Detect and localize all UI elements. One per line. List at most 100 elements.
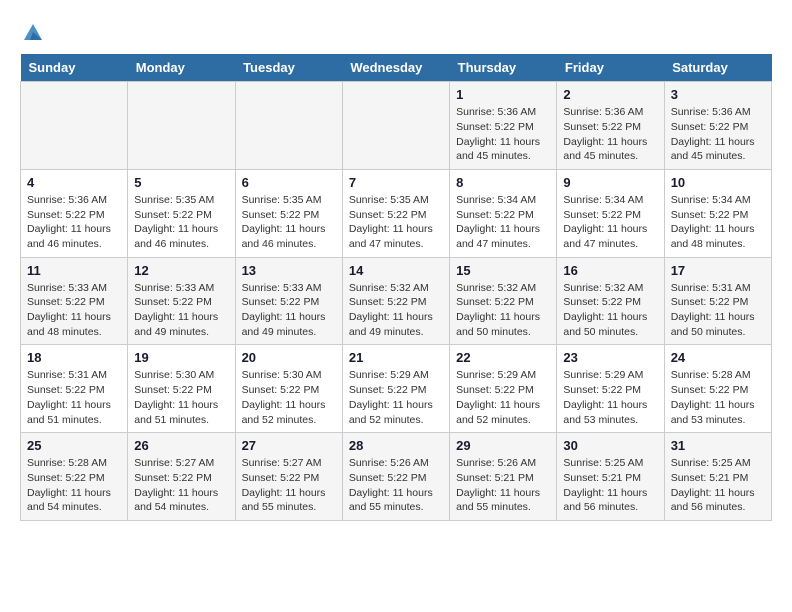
day-number: 8 <box>456 175 550 190</box>
calendar-cell: 15 Sunrise: 5:32 AM Sunset: 5:22 PM Dayli… <box>450 257 557 345</box>
day-info: Sunrise: 5:32 AM Sunset: 5:22 PM Dayligh… <box>349 281 443 340</box>
day-info: Sunrise: 5:33 AM Sunset: 5:22 PM Dayligh… <box>134 281 228 340</box>
day-number: 16 <box>563 263 657 278</box>
day-info: Sunrise: 5:33 AM Sunset: 5:22 PM Dayligh… <box>27 281 121 340</box>
day-info: Sunrise: 5:35 AM Sunset: 5:22 PM Dayligh… <box>134 193 228 252</box>
calendar-cell: 29 Sunrise: 5:26 AM Sunset: 5:21 PM Dayli… <box>450 433 557 521</box>
day-info: Sunrise: 5:27 AM Sunset: 5:22 PM Dayligh… <box>242 456 336 515</box>
day-info: Sunrise: 5:34 AM Sunset: 5:22 PM Dayligh… <box>563 193 657 252</box>
day-number: 26 <box>134 438 228 453</box>
day-number: 20 <box>242 350 336 365</box>
day-info: Sunrise: 5:33 AM Sunset: 5:22 PM Dayligh… <box>242 281 336 340</box>
weekday-header-wednesday: Wednesday <box>342 54 449 82</box>
calendar-cell: 13 Sunrise: 5:33 AM Sunset: 5:22 PM Dayli… <box>235 257 342 345</box>
day-info: Sunrise: 5:35 AM Sunset: 5:22 PM Dayligh… <box>242 193 336 252</box>
day-number: 10 <box>671 175 765 190</box>
day-number: 24 <box>671 350 765 365</box>
calendar-cell: 9 Sunrise: 5:34 AM Sunset: 5:22 PM Daylig… <box>557 169 664 257</box>
day-info: Sunrise: 5:34 AM Sunset: 5:22 PM Dayligh… <box>456 193 550 252</box>
day-info: Sunrise: 5:27 AM Sunset: 5:22 PM Dayligh… <box>134 456 228 515</box>
calendar-cell: 14 Sunrise: 5:32 AM Sunset: 5:22 PM Dayli… <box>342 257 449 345</box>
weekday-header-sunday: Sunday <box>21 54 128 82</box>
calendar-cell: 22 Sunrise: 5:29 AM Sunset: 5:22 PM Dayli… <box>450 345 557 433</box>
calendar-cell: 20Sunrise: 5:30 AM Sunset: 5:22 PM Dayli… <box>235 345 342 433</box>
day-number: 29 <box>456 438 550 453</box>
day-info: Sunrise: 5:30 AM Sunset: 5:22 PM Dayligh… <box>134 368 228 427</box>
day-info: Sunrise: 5:31 AM Sunset: 5:22 PM Dayligh… <box>27 368 121 427</box>
calendar-cell: 12 Sunrise: 5:33 AM Sunset: 5:22 PM Dayli… <box>128 257 235 345</box>
calendar-cell: 30 Sunrise: 5:25 AM Sunset: 5:21 PM Dayli… <box>557 433 664 521</box>
day-info: Sunrise: 5:36 AM Sunset: 5:22 PM Dayligh… <box>563 105 657 164</box>
calendar-cell: 25Sunrise: 5:28 AM Sunset: 5:22 PM Dayli… <box>21 433 128 521</box>
calendar-cell: 2Sunrise: 5:36 AM Sunset: 5:22 PM Daylig… <box>557 82 664 170</box>
calendar-cell: 7 Sunrise: 5:35 AM Sunset: 5:22 PM Daylig… <box>342 169 449 257</box>
day-number: 22 <box>456 350 550 365</box>
calendar-cell: 10 Sunrise: 5:34 AM Sunset: 5:22 PM Dayli… <box>664 169 771 257</box>
day-info: Sunrise: 5:35 AM Sunset: 5:22 PM Dayligh… <box>349 193 443 252</box>
weekday-header-monday: Monday <box>128 54 235 82</box>
calendar-cell: 23 Sunrise: 5:29 AM Sunset: 5:22 PM Dayli… <box>557 345 664 433</box>
day-number: 12 <box>134 263 228 278</box>
calendar-cell: 16Sunrise: 5:32 AM Sunset: 5:22 PM Dayli… <box>557 257 664 345</box>
day-info: Sunrise: 5:34 AM Sunset: 5:22 PM Dayligh… <box>671 193 765 252</box>
calendar-week-row: 18 Sunrise: 5:31 AM Sunset: 5:22 PM Dayli… <box>21 345 772 433</box>
day-info: Sunrise: 5:28 AM Sunset: 5:22 PM Dayligh… <box>671 368 765 427</box>
calendar-week-row: 25Sunrise: 5:28 AM Sunset: 5:22 PM Dayli… <box>21 433 772 521</box>
day-info: Sunrise: 5:29 AM Sunset: 5:22 PM Dayligh… <box>563 368 657 427</box>
day-number: 11 <box>27 263 121 278</box>
day-number: 23 <box>563 350 657 365</box>
day-number: 5 <box>134 175 228 190</box>
weekday-header-thursday: Thursday <box>450 54 557 82</box>
day-number: 18 <box>27 350 121 365</box>
calendar-cell: 8 Sunrise: 5:34 AM Sunset: 5:22 PM Daylig… <box>450 169 557 257</box>
day-number: 4 <box>27 175 121 190</box>
calendar-cell: 18 Sunrise: 5:31 AM Sunset: 5:22 PM Dayli… <box>21 345 128 433</box>
day-number: 7 <box>349 175 443 190</box>
calendar-cell: 21 Sunrise: 5:29 AM Sunset: 5:22 PM Dayli… <box>342 345 449 433</box>
day-number: 15 <box>456 263 550 278</box>
day-number: 14 <box>349 263 443 278</box>
calendar-cell: 27 Sunrise: 5:27 AM Sunset: 5:22 PM Dayli… <box>235 433 342 521</box>
calendar-cell: 4 Sunrise: 5:36 AM Sunset: 5:22 PM Daylig… <box>21 169 128 257</box>
day-number: 27 <box>242 438 336 453</box>
day-info: Sunrise: 5:25 AM Sunset: 5:21 PM Dayligh… <box>563 456 657 515</box>
day-number: 1 <box>456 87 550 102</box>
page-header <box>20 20 772 44</box>
day-number: 31 <box>671 438 765 453</box>
day-info: Sunrise: 5:28 AM Sunset: 5:22 PM Dayligh… <box>27 456 121 515</box>
calendar-cell: 26 Sunrise: 5:27 AM Sunset: 5:22 PM Dayli… <box>128 433 235 521</box>
weekday-header-friday: Friday <box>557 54 664 82</box>
calendar-cell: 28 Sunrise: 5:26 AM Sunset: 5:22 PM Dayli… <box>342 433 449 521</box>
day-info: Sunrise: 5:36 AM Sunset: 5:22 PM Dayligh… <box>27 193 121 252</box>
day-number: 17 <box>671 263 765 278</box>
calendar-week-row: 1 Sunrise: 5:36 AM Sunset: 5:22 PM Daylig… <box>21 82 772 170</box>
day-number: 3 <box>671 87 765 102</box>
calendar-week-row: 4 Sunrise: 5:36 AM Sunset: 5:22 PM Daylig… <box>21 169 772 257</box>
day-info: Sunrise: 5:31 AM Sunset: 5:22 PM Dayligh… <box>671 281 765 340</box>
weekday-header-row: SundayMondayTuesdayWednesdayThursdayFrid… <box>21 54 772 82</box>
day-info: Sunrise: 5:26 AM Sunset: 5:22 PM Dayligh… <box>349 456 443 515</box>
calendar-cell <box>128 82 235 170</box>
day-number: 13 <box>242 263 336 278</box>
calendar-cell <box>342 82 449 170</box>
calendar-cell: 1Sunrise: 5:36 AM Sunset: 5:22 PM Daylig… <box>450 82 557 170</box>
day-info: Sunrise: 5:26 AM Sunset: 5:21 PM Dayligh… <box>456 456 550 515</box>
calendar-table: SundayMondayTuesdayWednesdayThursdayFrid… <box>20 54 772 521</box>
calendar-cell: 3 Sunrise: 5:36 AM Sunset: 5:22 PM Daylig… <box>664 82 771 170</box>
day-info: Sunrise: 5:29 AM Sunset: 5:22 PM Dayligh… <box>349 368 443 427</box>
calendar-cell: 17 Sunrise: 5:31 AM Sunset: 5:22 PM Dayli… <box>664 257 771 345</box>
day-number: 21 <box>349 350 443 365</box>
calendar-cell: 24 Sunrise: 5:28 AM Sunset: 5:22 PM Dayli… <box>664 345 771 433</box>
logo-icon <box>22 22 44 44</box>
day-number: 9 <box>563 175 657 190</box>
day-number: 6 <box>242 175 336 190</box>
day-info: Sunrise: 5:36 AM Sunset: 5:22 PM Dayligh… <box>671 105 765 164</box>
calendar-cell <box>21 82 128 170</box>
calendar-cell: 11 Sunrise: 5:33 AM Sunset: 5:22 PM Dayli… <box>21 257 128 345</box>
day-number: 28 <box>349 438 443 453</box>
weekday-header-saturday: Saturday <box>664 54 771 82</box>
day-number: 30 <box>563 438 657 453</box>
calendar-cell: 31Sunrise: 5:25 AM Sunset: 5:21 PM Dayli… <box>664 433 771 521</box>
day-info: Sunrise: 5:29 AM Sunset: 5:22 PM Dayligh… <box>456 368 550 427</box>
day-info: Sunrise: 5:32 AM Sunset: 5:22 PM Dayligh… <box>456 281 550 340</box>
